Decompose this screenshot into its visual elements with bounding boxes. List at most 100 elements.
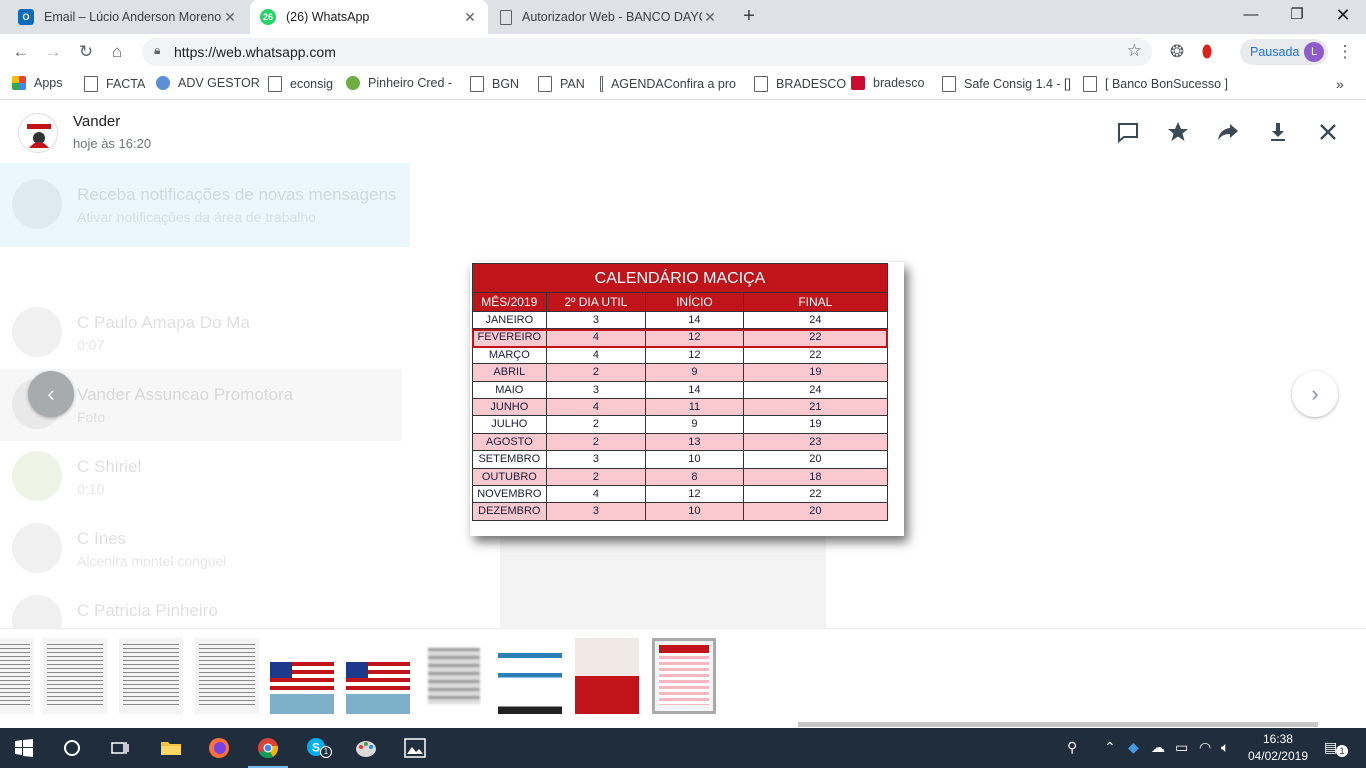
onedrive-cloud-icon[interactable]: ☁ — [1151, 739, 1165, 756]
close-tab-icon[interactable]: ✕ — [462, 9, 478, 26]
system-clock[interactable]: 16:38 04/02/2019 — [1248, 731, 1308, 765]
page-icon — [600, 76, 603, 92]
thumbnail[interactable] — [119, 638, 183, 714]
dolphin-icon — [156, 76, 170, 90]
table-cell: DEZEMBRO — [473, 503, 547, 520]
home-icon[interactable]: ⌂ — [106, 41, 128, 63]
thumbnail[interactable] — [43, 638, 107, 714]
task-view-icon[interactable] — [108, 736, 132, 760]
page-icon — [500, 9, 512, 25]
calendar-header-row: MÊS/2019 2º DIA UTIL INÍCIO FINAL — [472, 293, 888, 312]
browser-toolbar: ← → ↻ ⌂ 🔒︎ https://web.whatsapp.com ☆ ❂ … — [0, 34, 1366, 70]
photos-icon[interactable] — [403, 736, 427, 760]
table-cell: 19 — [809, 418, 822, 431]
minimize-button[interactable]: — — [1228, 0, 1274, 30]
people-icon[interactable]: ⚲ — [1067, 739, 1077, 756]
thumbnail[interactable] — [346, 638, 410, 714]
thumbnail[interactable] — [575, 638, 639, 714]
paint-icon[interactable] — [354, 736, 378, 760]
table-cell: MARÇO — [473, 346, 547, 364]
bookmark-adv-gestor[interactable]: ADV GESTOR — [156, 76, 260, 90]
bookmark-bonsucesso[interactable]: [ Banco BonSucesso ] — [1083, 76, 1228, 92]
bookmark-pinheiro-cred[interactable]: Pinheiro Cred - — [346, 76, 452, 90]
thumbnail-selected[interactable] — [652, 638, 716, 714]
bookmark-pan[interactable]: PAN — [538, 76, 585, 92]
bookmark-bradesco[interactable]: bradesco — [851, 76, 924, 90]
table-cell: 22 — [809, 487, 822, 500]
bookmark-agenda[interactable]: AGENDAConfira a pro — [600, 76, 736, 92]
bookmark-econsig[interactable]: econsig — [268, 76, 333, 92]
thumbnail[interactable] — [195, 638, 259, 714]
bradesco-icon — [851, 76, 865, 90]
table-cell: JULHO — [473, 416, 547, 433]
bookmark-bradesco-folder[interactable]: BRADESCO — [754, 76, 846, 92]
browser-tab-strip: O Email – Lúcio Anderson Moreno ✕ 26 (26… — [0, 0, 1366, 34]
reply-button[interactable] — [1116, 120, 1140, 144]
action-center-icon[interactable]: ▤ — [1324, 739, 1337, 756]
bookmark-star-icon[interactable]: ☆ — [1127, 41, 1142, 61]
star-button[interactable] — [1166, 120, 1190, 144]
notification-row: Receba notificações de novas mensagens A… — [12, 173, 402, 233]
forward-button[interactable] — [1216, 120, 1240, 144]
download-button[interactable] — [1266, 120, 1290, 144]
chrome-icon[interactable] — [256, 736, 280, 760]
opera-extension-icon[interactable]: ⬮ — [1196, 41, 1218, 63]
thumbnail[interactable] — [270, 638, 334, 714]
chat-list-item: C Shiriel 0:10 — [12, 445, 402, 505]
chevron-left-icon: ‹ — [47, 381, 55, 406]
menu-kebab-icon[interactable]: ⋮ — [1334, 41, 1356, 63]
firefox-icon[interactable] — [207, 736, 231, 760]
dropbox-icon[interactable]: ◆ — [1128, 739, 1139, 756]
reload-icon[interactable]: ↻ — [75, 41, 97, 63]
table-cell: 24 — [809, 314, 822, 326]
tab-whatsapp[interactable]: 26 (26) WhatsApp ✕ — [250, 0, 488, 34]
close-button[interactable] — [1316, 120, 1340, 144]
wifi-icon[interactable]: ◠ — [1199, 739, 1211, 756]
bookmark-facta[interactable]: FACTA — [84, 76, 145, 92]
forward-icon[interactable]: → — [42, 41, 64, 63]
table-row: JUNHO 4 11 21 — [472, 398, 888, 417]
column-header: 2º DIA UTIL — [547, 293, 647, 311]
highlighted-row-outline — [472, 329, 888, 348]
table-cell: 12 — [646, 346, 744, 364]
search-circle-icon[interactable] — [60, 736, 84, 760]
tab-title: Email – Lúcio Anderson Moreno — [44, 10, 222, 24]
bookmark-apps[interactable]: Apps — [12, 76, 63, 90]
bookmark-bgn[interactable]: BGN — [470, 76, 519, 92]
tab-email[interactable]: O Email – Lúcio Anderson Moreno ✕ — [8, 0, 248, 34]
profile-button[interactable]: Pausada L — [1240, 39, 1328, 65]
thumbnail-scrollbar[interactable] — [798, 722, 1318, 727]
close-window-button[interactable]: ✕ — [1320, 0, 1366, 30]
previous-media-button[interactable]: ‹ — [28, 371, 74, 417]
extension-icon[interactable]: ❂ — [1166, 41, 1188, 63]
tab-autorizador[interactable]: Autorizador Web - BANCO DAYC ✕ — [490, 0, 728, 34]
file-explorer-icon[interactable] — [159, 736, 183, 760]
address-bar[interactable]: 🔒︎ https://web.whatsapp.com ☆ — [142, 38, 1152, 66]
table-cell: SETEMBRO — [473, 451, 547, 468]
battery-icon[interactable]: ▭ — [1175, 739, 1188, 756]
table-cell: 19 — [809, 366, 822, 379]
show-hidden-icons-chevron-icon[interactable]: ⌃ — [1104, 739, 1116, 756]
table-cell: 10 — [646, 503, 744, 520]
thumbnail[interactable] — [422, 638, 486, 714]
table-cell: 2 — [547, 364, 647, 381]
thumbnail[interactable] — [498, 638, 562, 714]
avatar[interactable] — [18, 113, 58, 153]
url-text[interactable]: https://web.whatsapp.com — [174, 44, 336, 60]
windows-start-icon[interactable] — [12, 736, 36, 760]
volume-icon[interactable]: 🔈︎ — [1221, 739, 1229, 756]
next-media-button[interactable]: › — [1292, 371, 1338, 417]
chat-avatar — [12, 451, 62, 501]
close-tab-icon[interactable]: ✕ — [222, 9, 238, 26]
restore-button[interactable]: ❐ — [1274, 0, 1320, 30]
bookmark-safe-consig[interactable]: Safe Consig 1.4 - [] — [942, 76, 1071, 92]
back-icon[interactable]: ← — [10, 41, 32, 63]
more-bookmarks-icon[interactable]: » — [1336, 76, 1344, 92]
new-tab-button[interactable]: + — [738, 5, 760, 27]
media-thumbnail-strip — [0, 628, 1366, 728]
chat-list-item: C Paulo Amapa Do Ma 0:07 — [12, 301, 402, 361]
thumbnail[interactable] — [0, 638, 34, 714]
close-tab-icon[interactable]: ✕ — [702, 9, 718, 26]
notification-subtitle: Ativar notificações da área de trabalho — [77, 209, 316, 225]
skype-icon[interactable]: S 1 — [305, 736, 332, 760]
